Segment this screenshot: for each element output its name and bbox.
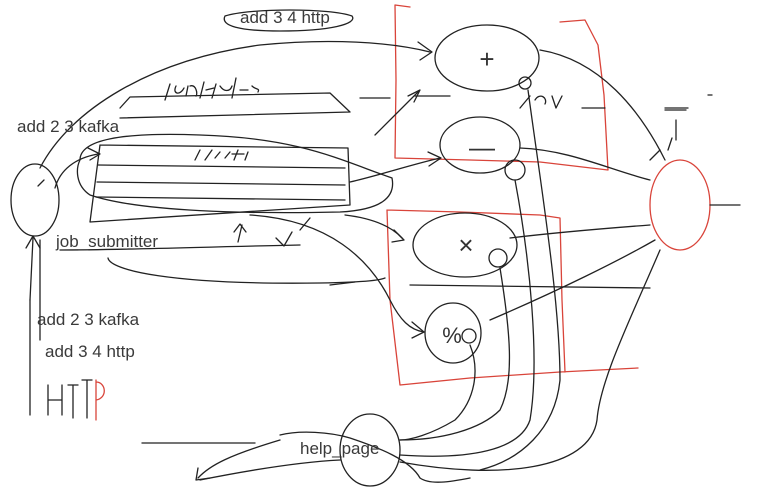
up-arrow-1 bbox=[29, 237, 34, 301]
results-scribble bbox=[164, 77, 260, 101]
arrow-to-plus bbox=[39, 40, 431, 169]
times-port bbox=[488, 248, 508, 268]
minus-operator: — bbox=[469, 132, 495, 162]
queue-scribble bbox=[194, 149, 249, 161]
divide-operator: % bbox=[442, 323, 462, 348]
times-port-line bbox=[399, 267, 511, 441]
aggregator-head bbox=[649, 107, 689, 161]
arrow-to-times-head bbox=[391, 229, 405, 243]
queue-top-bar bbox=[119, 92, 351, 119]
arrow-to-divide bbox=[249, 214, 425, 333]
plus-to-aggregator bbox=[539, 49, 666, 161]
note-http-label: add 3 4 http bbox=[45, 342, 135, 361]
job-submitter-node bbox=[10, 163, 60, 237]
queue-line-1 bbox=[97, 164, 346, 169]
double-arrow-scribble bbox=[233, 223, 247, 243]
top-http-label: add 3 4 http bbox=[240, 8, 330, 27]
arrow-to-minus bbox=[349, 157, 441, 183]
feedback-line-2 bbox=[107, 257, 386, 284]
arrow-to-times bbox=[344, 214, 403, 239]
job-submitter-label: job_submitter bbox=[56, 232, 159, 251]
plus-operator: + bbox=[479, 44, 494, 74]
minus-port bbox=[504, 159, 526, 181]
times-to-aggregator bbox=[509, 224, 651, 239]
red-group-box-bottom bbox=[386, 209, 639, 386]
red-aggregator-node bbox=[649, 159, 711, 251]
minus-port-line bbox=[399, 179, 535, 457]
queue-line-2 bbox=[96, 181, 346, 186]
plus-port-scribble bbox=[519, 95, 563, 109]
divide-port-line bbox=[399, 344, 476, 441]
queue-line-3 bbox=[95, 196, 346, 201]
help-page-bottom-line bbox=[199, 459, 341, 481]
help-page-label: help_page bbox=[300, 439, 380, 458]
http-handwriting bbox=[47, 379, 93, 419]
job-submitter-mark bbox=[37, 179, 45, 187]
divide-to-aggregator bbox=[489, 239, 656, 321]
note-kafka-label: add 2 3 kafka bbox=[37, 310, 140, 329]
kafka-label: add 2 3 kafka bbox=[17, 117, 120, 136]
times-operator: × bbox=[458, 230, 473, 260]
red-group-box-top bbox=[394, 4, 609, 171]
divide-port bbox=[461, 328, 477, 344]
http-handwriting-red bbox=[95, 379, 105, 421]
